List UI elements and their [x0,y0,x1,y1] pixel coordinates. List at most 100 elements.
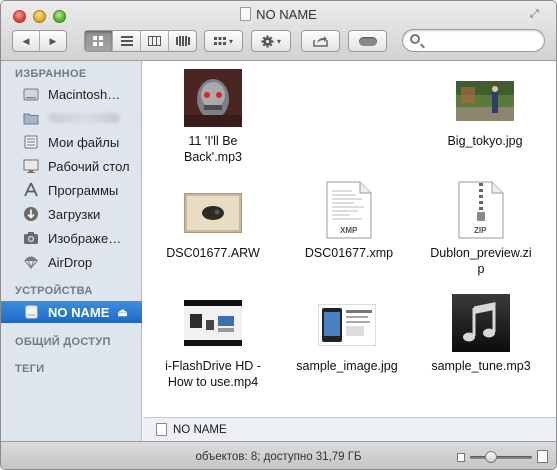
sidebar-item-all-files[interactable]: Мои файлы [1,131,142,153]
column-view-button[interactable] [141,31,169,51]
photo-thumbnail [456,69,514,127]
applications-icon [23,182,41,198]
photo-thumbnail [183,181,243,239]
share-button[interactable] [301,30,340,52]
window-title: NO NAME [1,7,556,22]
sidebar-item-pictures[interactable]: Изображе… [1,227,142,249]
file-item[interactable]: 11 'I'll Be Back'.mp3 [143,69,283,165]
back-forward-control: ◀ ▶ [12,30,67,52]
chevron-down-icon: ▾ [228,36,233,46]
album-art-thumbnail [184,69,242,127]
blurred-folder-label [48,113,120,123]
sidebar-item-macintosh[interactable]: Macintosh… [1,83,142,105]
drive-icon [156,423,167,436]
file-name: DSC01677.xmp [279,245,419,261]
coverflow-view-icon [175,36,190,46]
file-name: Big_tokyo.jpg [415,133,555,149]
sidebar-header-shared[interactable]: ОБЩИЙ ДОСТУП [15,336,111,348]
search-field[interactable] [402,29,545,52]
file-name-line: i-FlashDrive HD - [165,359,261,373]
arrange-button[interactable]: ▾ [204,30,243,52]
file-name-line: sample_image.jpg [296,359,398,373]
file-name-line: DSC01677.ARW [166,246,260,260]
slider-knob[interactable] [485,451,497,463]
path-bar-item[interactable]: NO NAME [173,424,227,436]
view-mode-control [84,30,197,52]
search-icon [410,34,420,44]
sidebar-item-label: Программы [48,182,119,198]
file-name-line: p [477,262,485,276]
file-name: i-FlashDrive HD - How to use.mp4 [143,358,283,390]
eject-icon[interactable]: ⏏ [117,306,127,319]
document-thumbnail: XMP [326,181,372,239]
path-bar: NO NAME [143,417,556,441]
sidebar-header-tags[interactable]: ТЕГИ [15,363,44,375]
tag-icon [358,36,377,46]
sidebar-item-label: Macintosh… [48,86,121,102]
chevron-down-icon: ▾ [276,36,281,46]
sidebar-header-devices: УСТРОЙСТВА [15,285,93,297]
coverflow-view-button[interactable] [169,31,196,51]
file-item[interactable]: sample_tune.mp3 [411,294,551,374]
finder-window: NO NAME ⤢ ◀ ▶ ▾ ▾ ИЗБРАННОЕ Macintosh… М… [0,0,557,470]
window-title-text: NO NAME [256,7,317,22]
small-icon-size-icon [457,453,465,462]
file-name: DSC01677.ARW [143,245,283,261]
file-item[interactable]: Big_tokyo.jpg [415,69,555,149]
share-icon [313,36,328,47]
external-drive-icon [23,304,41,320]
tags-button[interactable] [348,30,387,52]
list-view-button[interactable] [113,31,141,51]
list-view-icon [120,36,133,46]
fullscreen-icon[interactable]: ⤢ [530,8,544,22]
titlebar: NO NAME ⤢ ◀ ▶ ▾ ▾ [1,1,556,61]
file-name-line: sample_tune.mp3 [431,359,531,373]
video-thumbnail [184,294,242,352]
column-view-icon [148,36,161,46]
file-item[interactable]: XMP DSC01677.xmp [279,181,419,261]
file-name-line: Big_tokyo.jpg [447,134,523,148]
forward-button[interactable]: ▶ [40,31,66,51]
sidebar-item-applications[interactable]: Программы [1,179,142,201]
icon-size-slider[interactable] [470,451,532,463]
sidebar-item-downloads[interactable]: Загрузки [1,203,142,225]
file-name-line: Dublon_preview.zi [430,246,532,260]
gear-icon [261,35,274,47]
sidebar-header-favorites: ИЗБРАННОЕ [15,68,87,80]
file-name: sample_image.jpg [277,358,417,374]
search-input[interactable] [425,32,540,49]
file-item[interactable]: i-FlashDrive HD - How to use.mp4 [143,294,283,390]
icon-view-button[interactable] [85,31,113,51]
sidebar-item-label: Рабочий стол [48,158,130,174]
file-name: sample_tune.mp3 [411,358,551,374]
file-name: Dublon_preview.zi p [411,245,551,277]
file-grid: 11 'I'll Be Back'.mp3 Big_tokyo.jpg DSC0… [143,61,556,417]
all-files-icon [23,134,41,150]
file-item[interactable]: DSC01677.ARW [143,181,283,261]
sidebar-item-no-name[interactable]: NO NAME ⏏ [1,301,142,323]
file-name: 11 'I'll Be Back'.mp3 [143,133,283,165]
drive-icon [240,7,252,21]
sidebar-item-label: Загрузки [48,206,101,222]
back-button[interactable]: ◀ [13,31,40,51]
file-item[interactable]: ZIP Dublon_preview.zi p [411,181,551,277]
large-icon-size-icon [537,450,548,463]
sidebar-item-label: Мои файлы [48,134,120,150]
file-name-line: DSC01677.xmp [304,246,394,260]
folder-icon [23,110,41,126]
sidebar-item-label: AirDrop [48,254,93,270]
action-button[interactable]: ▾ [251,30,291,52]
file-type-badge: ZIP [474,226,487,235]
music-thumbnail [452,294,510,352]
arrange-grid-icon [213,36,226,45]
icon-view-icon [93,35,103,46]
sidebar-item-desktop[interactable]: Рабочий стол [1,155,142,177]
sidebar: ИЗБРАННОЕ Macintosh… Мои файлы Рабочий с… [1,61,142,441]
airdrop-icon [23,254,41,270]
file-name-line: How to use.mp4 [167,375,259,389]
sidebar-item-airdrop[interactable]: AirDrop [1,251,142,273]
photo-thumbnail [317,294,377,352]
file-item[interactable]: sample_image.jpg [277,294,417,374]
status-bar: объектов: 8; доступно 31,79 ГБ [1,441,556,469]
sidebar-item-folder[interactable] [1,107,142,129]
